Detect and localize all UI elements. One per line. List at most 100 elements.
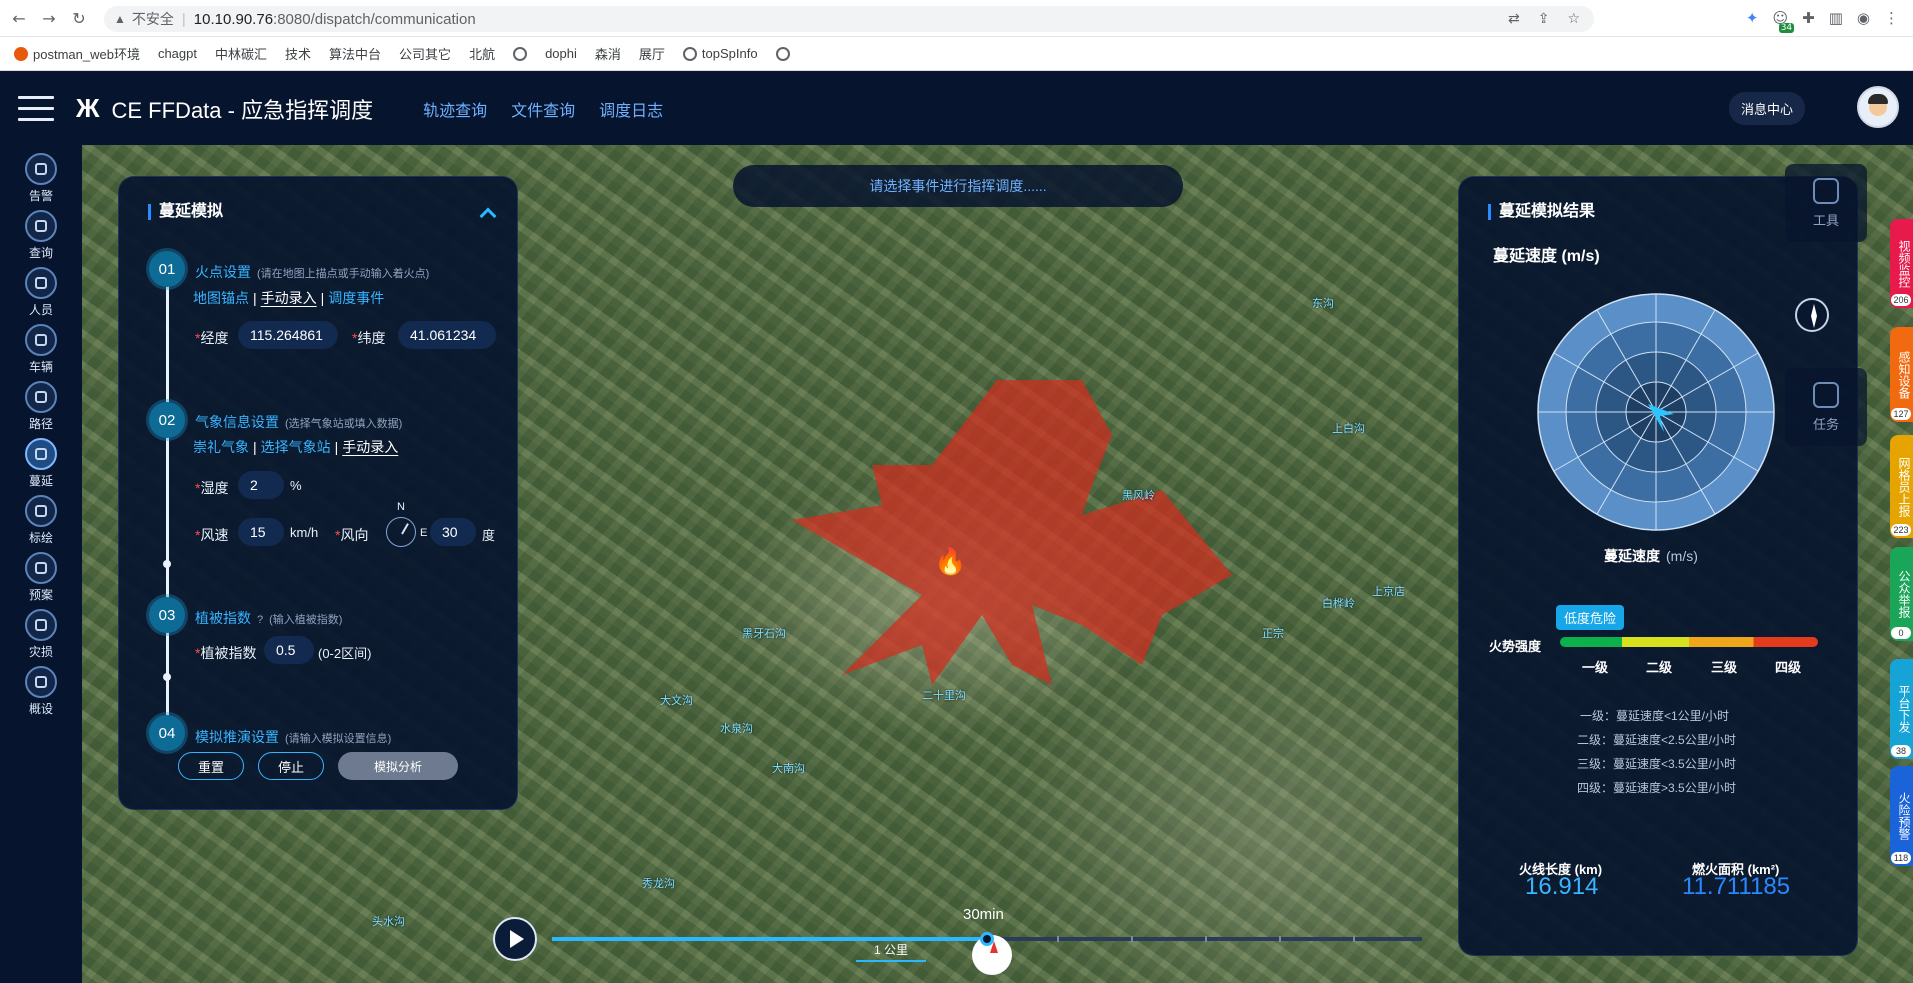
- rail-item-plot[interactable]: 标绘: [0, 495, 82, 551]
- option-select-station[interactable]: 选择气象站: [261, 439, 331, 455]
- bookmark-label: 中林碳汇: [215, 47, 268, 62]
- side-tab-fire-warning[interactable]: 火险预警 118: [1890, 766, 1913, 866]
- reload-icon[interactable]: ↻: [68, 7, 90, 29]
- side-tab-count: 0: [1891, 627, 1911, 639]
- bookmark-item[interactable]: dophi: [541, 44, 581, 63]
- tool-label: 任务: [1812, 416, 1839, 432]
- globe-icon: [682, 46, 697, 61]
- bookmark-item[interactable]: 中林碳汇: [211, 42, 271, 65]
- menu-dots-icon[interactable]: ⋮: [1884, 9, 1899, 27]
- menu-icon[interactable]: [18, 96, 54, 121]
- left-rail: 告警 查询 人员 车辆 路径 蔓延 标绘 预案 灾损 概设: [0, 145, 82, 983]
- bookmark-label: 展厅: [638, 47, 665, 62]
- side-tab-video[interactable]: 视频监控 206: [1890, 219, 1913, 308]
- north-compass-icon[interactable]: [1795, 298, 1829, 332]
- bookmark-item[interactable]: 展厅: [635, 42, 669, 65]
- help-icon[interactable]: ?: [257, 614, 263, 626]
- side-panel-icon[interactable]: ▥: [1829, 9, 1843, 27]
- veg-input[interactable]: 0.5: [264, 636, 314, 664]
- lng-input[interactable]: 115.264861: [238, 321, 338, 349]
- people-icon: [25, 267, 57, 299]
- timeline-knob[interactable]: [980, 932, 994, 946]
- step-title-text: 气象信息设置: [195, 414, 279, 430]
- bookmark-star-icon[interactable]: ☆: [1567, 11, 1580, 27]
- loss-icon: [25, 609, 57, 641]
- option-manual-input[interactable]: 手动录入: [261, 290, 317, 306]
- level-4-label: 四级: [1775, 660, 1802, 675]
- legend-level-3: 三级：蔓延速度<3.5公里/小时: [1577, 757, 1737, 771]
- bookmark-item[interactable]: chagpt: [154, 44, 201, 63]
- nav-track-query[interactable]: 轨迹查询: [423, 97, 487, 121]
- profile-icon[interactable]: ◉: [1857, 9, 1870, 27]
- side-tab-sensor[interactable]: 感知设备 127: [1890, 327, 1913, 422]
- rail-item-design[interactable]: 概设: [0, 666, 82, 722]
- rail-item-loss[interactable]: 灾损: [0, 609, 82, 665]
- bookmark-item[interactable]: 公司其它: [395, 42, 455, 65]
- bookmark-item[interactable]: topSpInfo: [679, 44, 762, 63]
- extension-wechat-icon[interactable]: ☺ 34: [1773, 9, 1795, 33]
- vehicle-icon: [25, 324, 57, 356]
- wind-direction-compass-icon[interactable]: [386, 517, 416, 547]
- rail-label: 告警: [28, 189, 53, 203]
- side-tab-platform[interactable]: 平台下发 38: [1890, 659, 1913, 759]
- task-icon: [1813, 381, 1839, 408]
- bookmark-label: 公司其它: [399, 47, 452, 62]
- rail-item-vehicle[interactable]: 车辆: [0, 324, 82, 380]
- avatar[interactable]: [1857, 86, 1899, 128]
- event-select-bar[interactable]: 请选择事件进行指挥调度......: [733, 165, 1183, 207]
- back-icon[interactable]: ←: [8, 7, 30, 29]
- option-manual-input[interactable]: 手动录入: [342, 439, 398, 455]
- rail-item-plan[interactable]: 预案: [0, 552, 82, 608]
- translate-icon[interactable]: ⇄: [1508, 11, 1520, 27]
- analyze-button[interactable]: 模拟分析: [338, 752, 458, 780]
- app-header: Ж CE FFData - 应急指挥调度 轨迹查询 文件查询 调度日志 消息中心: [0, 72, 1913, 145]
- bookmark-item[interactable]: 北航: [465, 42, 499, 65]
- extensions-area: ✦ ☺ 34 ✚ ▥ ◉ ⋮: [1746, 9, 1899, 33]
- map-label: 上京店: [1372, 586, 1405, 598]
- bookmark-item[interactable]: 森消: [591, 42, 625, 65]
- bookmark-label: 技术: [285, 47, 312, 62]
- bookmark-item[interactable]: 算法中台: [325, 42, 385, 65]
- option-dispatch-event[interactable]: 调度事件: [328, 290, 384, 306]
- map-label: 秀龙沟: [642, 878, 675, 890]
- address-bar[interactable]: ▲ 不安全 | 10.10.90.76 :8080/dispatch/commu…: [104, 6, 1594, 32]
- plot-icon: [25, 495, 57, 527]
- fire-point-options: 地图锚点 | 手动录入 | 调度事件: [193, 290, 385, 306]
- nav-file-query[interactable]: 文件查询: [511, 97, 575, 121]
- side-tab-public-report[interactable]: 公众举报 0: [1890, 547, 1913, 641]
- rail-label: 路径: [28, 417, 53, 431]
- timeline-tick: [1205, 936, 1207, 942]
- bookmark-item[interactable]: postman_web环境: [10, 42, 144, 65]
- rail-item-spread[interactable]: 蔓延: [0, 438, 82, 494]
- rail-item-query[interactable]: 查询: [0, 210, 82, 266]
- extension-bird-icon[interactable]: ✦: [1746, 9, 1759, 27]
- rail-item-alarm[interactable]: 告警: [0, 153, 82, 209]
- side-tab-grid-report[interactable]: 网格员上报 223: [1890, 435, 1913, 538]
- wind-speed-input[interactable]: 15: [238, 518, 284, 546]
- bookmark-label: 北航: [469, 47, 496, 62]
- rail-item-people[interactable]: 人员: [0, 267, 82, 323]
- rail-item-route[interactable]: 路径: [0, 381, 82, 437]
- forward-icon[interactable]: →: [38, 7, 60, 29]
- bookmark-item[interactable]: 技术: [281, 42, 315, 65]
- humidity-input[interactable]: 2: [238, 471, 284, 499]
- humidity-unit: %: [290, 478, 302, 493]
- wind-dir-unit: 度: [482, 528, 496, 543]
- option-chongli-weather[interactable]: 崇礼气象: [193, 439, 249, 455]
- share-icon[interactable]: ⇪: [1538, 11, 1550, 27]
- tool-card-task[interactable]: 任务: [1785, 368, 1867, 446]
- bookmark-item[interactable]: [509, 45, 531, 63]
- extensions-puzzle-icon[interactable]: ✚: [1802, 9, 1815, 27]
- tool-card-tools[interactable]: 工具: [1785, 164, 1867, 242]
- option-map-anchor[interactable]: 地图锚点: [193, 290, 249, 306]
- fire-point-icon: 🔥: [934, 546, 966, 576]
- step-title-vegetation: 植被指数? (输入植被指数): [195, 608, 342, 628]
- bookmark-item[interactable]: [772, 45, 794, 63]
- reset-button[interactable]: 重置: [178, 752, 244, 780]
- lat-input[interactable]: 41.061234: [398, 321, 496, 349]
- message-center-button[interactable]: 消息中心: [1728, 92, 1805, 125]
- play-button[interactable]: [493, 917, 537, 961]
- wind-dir-input[interactable]: 30: [430, 518, 476, 546]
- stop-button[interactable]: 停止: [258, 752, 324, 780]
- nav-dispatch-log[interactable]: 调度日志: [599, 97, 663, 121]
